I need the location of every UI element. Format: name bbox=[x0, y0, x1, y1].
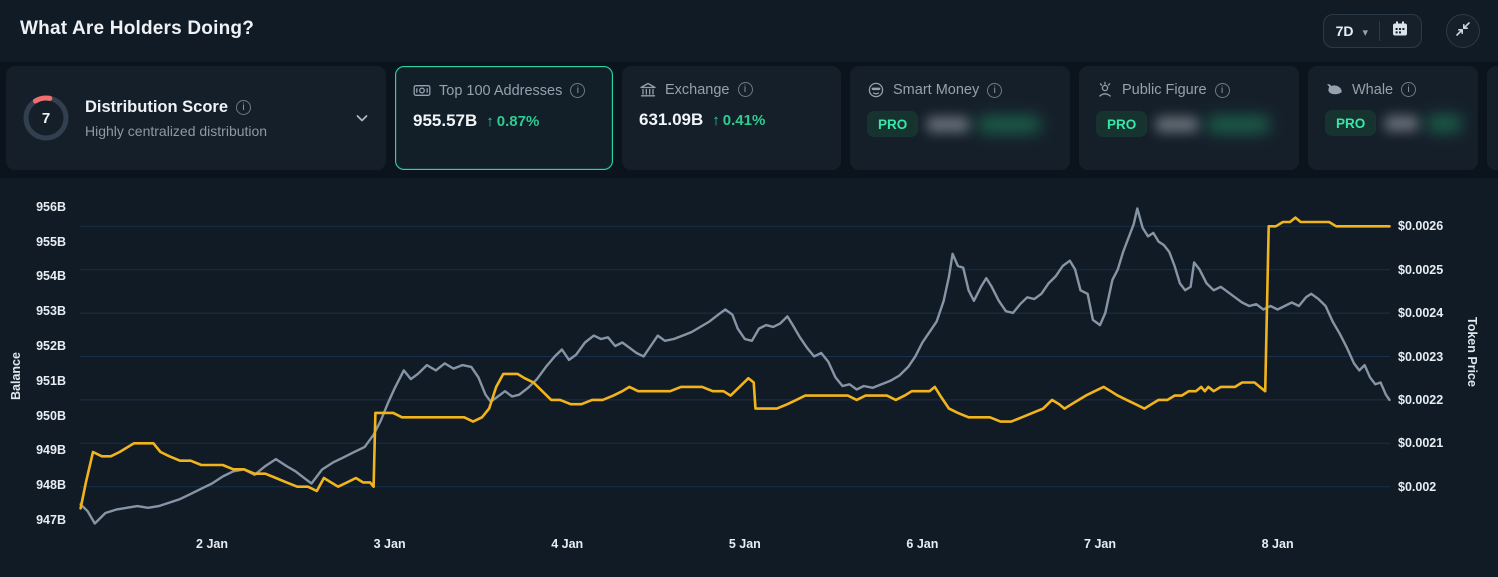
blurred-value bbox=[927, 117, 969, 132]
left-axis-title: Balance bbox=[9, 352, 23, 400]
info-icon[interactable]: i bbox=[236, 100, 251, 115]
y-axis-tick: 956B bbox=[36, 200, 66, 214]
y-axis-tick: 954B bbox=[36, 269, 66, 283]
holders-panel: What Are Holders Doing? 7D ▾ bbox=[0, 0, 1498, 577]
divider bbox=[1379, 21, 1380, 41]
pro-badge: PRO bbox=[867, 111, 918, 137]
pro-badge: PRO bbox=[1096, 111, 1147, 137]
info-icon[interactable]: i bbox=[738, 82, 753, 97]
up-arrow-icon: ↑ bbox=[486, 113, 494, 130]
left-axis-ticks: 947B 948B 949B 950B 951B 952B 953B 954B 955B 956B bbox=[0, 0, 68, 577]
x-axis-tick: 6 Jan bbox=[906, 537, 938, 551]
metric-label: Exchange bbox=[665, 82, 730, 98]
public-figure-icon bbox=[1096, 81, 1114, 99]
blurred-change bbox=[978, 117, 1040, 132]
y-axis-tick: $0.0022 bbox=[1398, 393, 1443, 407]
metric-value: 955.57B bbox=[413, 111, 477, 131]
banknote-icon bbox=[413, 82, 431, 99]
y-axis-tick: 955B bbox=[36, 235, 66, 249]
x-axis-tick: 2 Jan bbox=[196, 537, 228, 551]
y-axis-tick: $0.0025 bbox=[1398, 263, 1443, 277]
metric-label: Public Figure bbox=[1122, 82, 1207, 98]
y-axis-tick: $0.0023 bbox=[1398, 350, 1443, 364]
x-axis-tick: 8 Jan bbox=[1262, 537, 1294, 551]
metric-value: 631.09B bbox=[639, 110, 703, 130]
x-axis-tick: 4 Jan bbox=[551, 537, 583, 551]
metric-label: Smart Money bbox=[893, 82, 979, 98]
y-axis-tick: $0.0021 bbox=[1398, 436, 1443, 450]
y-axis-tick: 948B bbox=[36, 478, 66, 492]
metric-card-public-figure[interactable]: Public Figure i PRO bbox=[1079, 66, 1299, 170]
smart-money-icon bbox=[867, 81, 885, 99]
bank-icon bbox=[639, 81, 657, 98]
y-axis-tick: 952B bbox=[36, 339, 66, 353]
x-axis-tick: 5 Jan bbox=[729, 537, 761, 551]
x-axis-tick: 7 Jan bbox=[1084, 537, 1116, 551]
blurred-value bbox=[1156, 117, 1198, 132]
right-axis-title: Token Price bbox=[1465, 317, 1479, 387]
y-axis-tick: $0.002 bbox=[1398, 480, 1436, 494]
y-axis-tick: 951B bbox=[36, 374, 66, 388]
y-axis-tick: 947B bbox=[36, 513, 66, 527]
y-axis-tick: $0.0026 bbox=[1398, 219, 1443, 233]
panel-header: What Are Holders Doing? 7D ▾ bbox=[0, 0, 1498, 62]
metric-change: ↑0.87% bbox=[486, 113, 539, 130]
metric-card-top100[interactable]: Top 100 Addresses i 955.57B ↑0.87% bbox=[395, 66, 613, 170]
y-axis-tick: 949B bbox=[36, 443, 66, 457]
chevron-down-icon: ▾ bbox=[1362, 26, 1368, 39]
y-axis-tick: $0.0024 bbox=[1398, 306, 1443, 320]
chevron-down-icon[interactable] bbox=[354, 110, 370, 126]
metric-cards-row: 7 Distribution Score i Highly centralize… bbox=[0, 62, 1498, 178]
metric-card-smart-money[interactable]: Smart Money i PRO bbox=[850, 66, 1070, 170]
info-icon[interactable]: i bbox=[570, 83, 585, 98]
distribution-score-title: Distribution Score bbox=[85, 98, 228, 117]
range-value: 7D bbox=[1336, 23, 1354, 39]
metric-label: Whale bbox=[1352, 82, 1393, 98]
pro-badge: PRO bbox=[1325, 110, 1376, 136]
blurred-change bbox=[1207, 117, 1269, 132]
info-icon[interactable]: i bbox=[987, 83, 1002, 98]
distribution-score-subtitle: Highly centralized distribution bbox=[85, 123, 339, 139]
y-axis-tick: 950B bbox=[36, 409, 66, 423]
metric-change: ↑0.41% bbox=[712, 112, 765, 129]
metric-card-exchange[interactable]: Exchange i 631.09B ↑0.41% bbox=[622, 66, 841, 170]
next-card-peek[interactable] bbox=[1487, 66, 1498, 170]
y-axis-tick: 953B bbox=[36, 304, 66, 318]
right-axis-ticks: $0.002 $0.0021 $0.0022 $0.0023 $0.0024 $0.002… bbox=[1396, 0, 1476, 577]
x-axis-tick: 3 Jan bbox=[374, 537, 406, 551]
up-arrow-icon: ↑ bbox=[712, 112, 720, 129]
metric-label: Top 100 Addresses bbox=[439, 83, 562, 99]
chart-plot-area[interactable] bbox=[80, 190, 1390, 525]
whale-icon bbox=[1325, 81, 1344, 98]
info-icon[interactable]: i bbox=[1215, 83, 1230, 98]
